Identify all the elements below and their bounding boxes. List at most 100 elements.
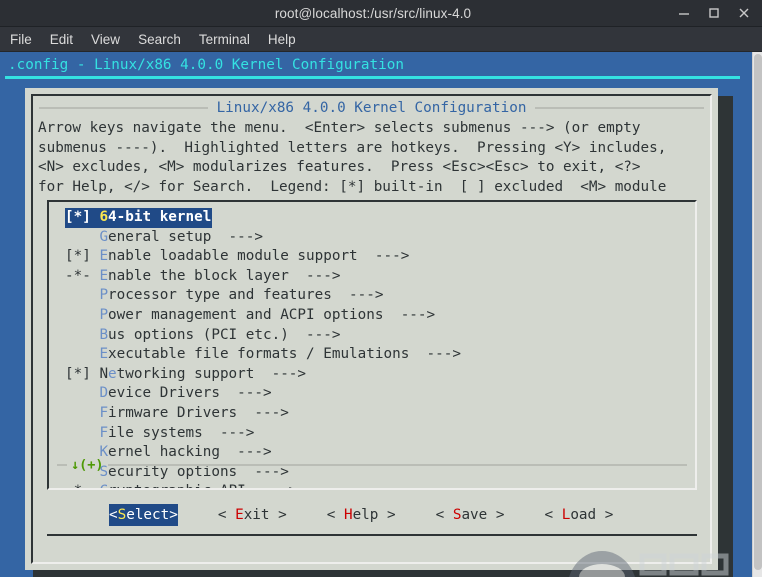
- menu-row-label: rocessor type and features --->: [108, 287, 384, 304]
- menu-row-label: tworking support --->: [116, 365, 307, 382]
- menu-row-label: xecutable file formats / Emulations --->: [108, 346, 461, 363]
- button-open-bracket: <: [435, 507, 453, 523]
- menu-row-state: [*]: [65, 209, 100, 225]
- button-hotkey: S: [117, 507, 127, 523]
- dialog-title-row: Linux/x86 4.0.0 Kernel Configuration: [39, 97, 704, 119]
- terminal-screen[interactable]: .config - Linux/x86 4.0.0 Kernel Configu…: [0, 52, 752, 577]
- dialog-button-row: <Select> < Exit > < Help > < Save > < Load >: [47, 500, 697, 530]
- menu-row[interactable]: -*- Enable the block layer --->: [65, 267, 461, 287]
- dialog-title: Linux/x86 4.0.0 Kernel Configuration: [216, 100, 527, 116]
- menu-row-state: -*-: [65, 483, 99, 488]
- menu-row-label: nable the block layer --->: [108, 267, 341, 284]
- menuconfig-status-line: .config - Linux/x86 4.0.0 Kernel Configu…: [8, 57, 404, 73]
- button-label: elect>: [126, 507, 178, 523]
- button-label: ave >: [461, 507, 505, 523]
- button-label: xit >: [243, 507, 287, 523]
- scroll-rule-right: [107, 464, 687, 466]
- menu-row[interactable]: File systems --->: [65, 424, 461, 444]
- menu-row-hotkey: C: [99, 483, 108, 488]
- minimize-button[interactable]: [676, 5, 692, 21]
- menu-row-state: [65, 229, 99, 245]
- menu-row-hotkey: F: [99, 424, 109, 441]
- scroll-down-indicator: ↓(+): [71, 457, 104, 473]
- menubar: File Edit View Search Terminal Help: [0, 27, 762, 52]
- menu-row-wrapper: [*] Networking support --->: [65, 365, 461, 385]
- menu-row-label: irmware Drivers --->: [108, 404, 289, 421]
- menu-row-label: ile systems --->: [108, 424, 255, 441]
- window-titlebar: root@localhost:/usr/src/linux-4.0: [0, 0, 762, 27]
- menu-row[interactable]: Bus options (PCI etc.) --->: [65, 326, 461, 346]
- menu-row-label: us options (PCI etc.) --->: [108, 326, 341, 343]
- button-open-bracket: <: [217, 507, 236, 523]
- menu-row[interactable]: Processor type and features --->: [65, 286, 461, 306]
- menu-row[interactable]: Power management and ACPI options --->: [65, 306, 461, 326]
- menu-row[interactable]: [*] Networking support --->: [65, 365, 461, 385]
- menu-row[interactable]: Firmware Drivers --->: [65, 404, 461, 424]
- menu-row-wrapper: -*- Cryptographic API --->: [65, 482, 461, 488]
- menu-row-state: [*]: [65, 365, 100, 382]
- menu-item-help[interactable]: Help: [266, 31, 298, 48]
- menu-row-label: evice Drivers --->: [108, 385, 272, 402]
- maximize-button[interactable]: [706, 5, 722, 21]
- menu-row[interactable]: [*] 64-bit kernel: [65, 208, 213, 228]
- menu-row-label: nable loadable module support --->: [108, 248, 410, 265]
- window-controls: [676, 5, 762, 21]
- menu-row-state: [65, 307, 99, 323]
- menu-listbox[interactable]: [*] 64-bit kernel General setup ---> [*] …: [47, 200, 697, 490]
- menu-row-label: 4-bit kernel: [108, 209, 212, 225]
- dialog-bottom-divider: [47, 534, 697, 536]
- menu-row-state: [*]: [65, 248, 100, 265]
- menu-row-state: [65, 385, 99, 401]
- terminal-scrollbar[interactable]: [752, 52, 762, 577]
- dialog-button-save[interactable]: < Save >: [436, 504, 505, 526]
- dialog-button-select[interactable]: <Select>: [109, 504, 178, 526]
- menu-item-edit[interactable]: Edit: [48, 31, 75, 48]
- dialog-button-load[interactable]: < Load >: [545, 504, 614, 526]
- button-label: elp >: [352, 507, 396, 523]
- menu-row-hotkey: E: [99, 346, 109, 363]
- button-open-bracket: <: [109, 507, 118, 523]
- menu-row-label: ower management and ACPI options --->: [108, 306, 436, 323]
- button-hotkey: H: [343, 507, 353, 523]
- terminal-window: root@localhost:/usr/src/linux-4.0 File E…: [0, 0, 762, 577]
- menu-row-wrapper: Processor type and features --->: [65, 286, 461, 306]
- title-rule-left: [39, 107, 208, 109]
- title-rule-right: [535, 107, 704, 109]
- menu-item-view[interactable]: View: [89, 31, 122, 48]
- menu-row[interactable]: Device Drivers --->: [65, 384, 461, 404]
- menu-row-wrapper: General setup --->: [65, 228, 461, 248]
- menuconfig-dialog: Linux/x86 4.0.0 Kernel Configuration Arr…: [25, 88, 718, 570]
- menu-row-state: [65, 346, 99, 362]
- menu-row-wrapper: Bus options (PCI etc.) --->: [65, 326, 461, 346]
- dialog-button-exit[interactable]: < Exit >: [218, 504, 287, 526]
- menu-row-wrapper: Firmware Drivers --->: [65, 404, 461, 424]
- menu-row-hotkey: P: [99, 287, 109, 304]
- menu-row-wrapper: Executable file formats / Emulations ---…: [65, 345, 461, 365]
- menu-row-state: [65, 287, 99, 303]
- menu-item-file[interactable]: File: [8, 31, 34, 48]
- status-underline: [5, 76, 740, 79]
- menu-row-state: -*-: [65, 267, 100, 284]
- menu-row[interactable]: [*] Enable loadable module support --->: [65, 247, 461, 267]
- menu-row-hotkey: B: [99, 326, 109, 343]
- menu-row-wrapper: [*] 64-bit kernel: [65, 208, 461, 228]
- menu-row-hotkey: E: [99, 267, 109, 284]
- menu-row[interactable]: General setup --->: [65, 228, 461, 248]
- menu-row-hotkey: F: [99, 404, 109, 421]
- menu-row-state: [65, 425, 99, 441]
- menu-row-state: [65, 327, 99, 343]
- scrollbar-thumb[interactable]: [754, 54, 762, 570]
- menu-row-state: [65, 405, 99, 421]
- menu-row-hotkey: 6: [99, 209, 109, 225]
- menu-item-search[interactable]: Search: [136, 31, 183, 48]
- dialog-help-text: Arrow keys navigate the menu. <Enter> se…: [38, 120, 667, 195]
- menu-row-wrapper: Power management and ACPI options --->: [65, 306, 461, 326]
- button-label: oad >: [570, 507, 614, 523]
- menu-row[interactable]: -*- Cryptographic API --->: [65, 482, 461, 488]
- menu-row-prefix: N: [99, 365, 109, 382]
- close-button[interactable]: [736, 5, 752, 21]
- menu-item-terminal[interactable]: Terminal: [197, 31, 252, 48]
- menu-row[interactable]: Executable file formats / Emulations ---…: [65, 345, 461, 365]
- dialog-button-help[interactable]: < Help >: [327, 504, 396, 526]
- menu-rows: [*] 64-bit kernel General setup ---> [*] …: [65, 208, 461, 488]
